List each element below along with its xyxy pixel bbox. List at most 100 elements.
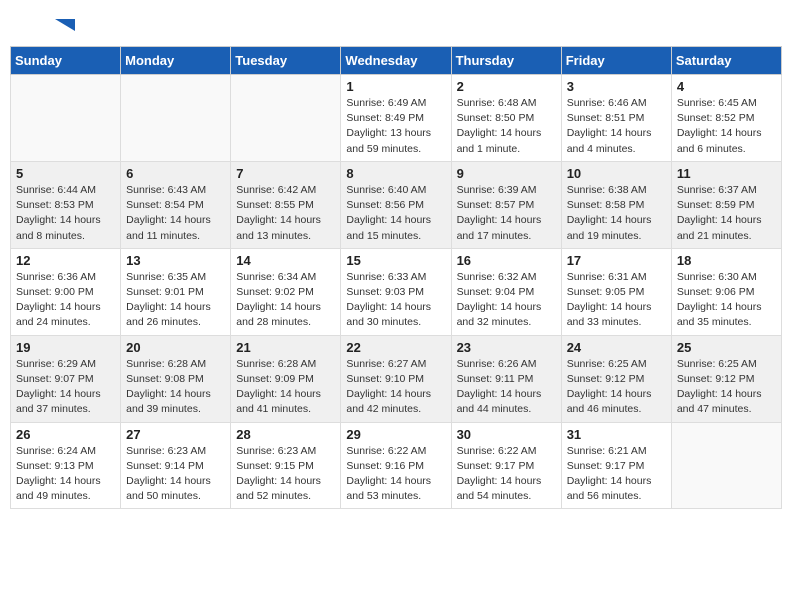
- calendar-cell: 14Sunrise: 6:34 AMSunset: 9:02 PMDayligh…: [231, 248, 341, 335]
- day-info: Sunrise: 6:35 AMSunset: 9:01 PMDaylight:…: [126, 270, 225, 331]
- day-info: Sunrise: 6:36 AMSunset: 9:00 PMDaylight:…: [16, 270, 115, 331]
- calendar-cell: 28 Sunrise: 6:23 AMSunset: 9:15 PMDayligh…: [231, 422, 341, 509]
- day-info: Sunrise: 6:37 AMSunset: 8:59 PMDaylight:…: [677, 183, 776, 244]
- day-info: Sunrise: 6:31 AMSunset: 9:05 PMDaylight:…: [567, 270, 666, 331]
- calendar-cell: 7Sunrise: 6:42 AMSunset: 8:55 PMDaylight…: [231, 161, 341, 248]
- logo-icon: [20, 19, 75, 31]
- calendar-cell: 17 Sunrise: 6:31 AMSunset: 9:05 PMDayligh…: [561, 248, 671, 335]
- day-number: 27: [126, 427, 225, 442]
- day-info: Sunrise: 6:27 AMSunset: 9:10 PMDaylight:…: [346, 357, 445, 418]
- calendar-header-row: SundayMondayTuesdayWednesdayThursdayFrid…: [11, 47, 782, 75]
- day-number: 26: [16, 427, 115, 442]
- calendar-day-header: Wednesday: [341, 47, 451, 75]
- calendar-day-header: Tuesday: [231, 47, 341, 75]
- calendar-week-row: 1 Sunrise: 6:49 AMSunset: 8:49 PMDaylight…: [11, 75, 782, 162]
- day-info: Sunrise: 6:26 AMSunset: 9:11 PMDaylight:…: [457, 357, 556, 418]
- day-number: 28: [236, 427, 335, 442]
- calendar-cell: [671, 422, 781, 509]
- day-info: Sunrise: 6:44 AMSunset: 8:53 PMDaylight:…: [16, 183, 115, 244]
- calendar-cell: 31 Sunrise: 6:21 AMSunset: 9:17 PMDayligh…: [561, 422, 671, 509]
- day-number: 25: [677, 340, 776, 355]
- calendar-cell: 9 Sunrise: 6:39 AMSunset: 8:57 PMDaylight…: [451, 161, 561, 248]
- day-info: Sunrise: 6:22 AMSunset: 9:17 PMDaylight:…: [457, 444, 556, 505]
- day-number: 31: [567, 427, 666, 442]
- calendar-day-header: Saturday: [671, 47, 781, 75]
- day-number: 5: [16, 166, 115, 181]
- day-number: 29: [346, 427, 445, 442]
- day-info: Sunrise: 6:33 AMSunset: 9:03 PMDaylight:…: [346, 270, 445, 331]
- day-info: Sunrise: 6:40 AMSunset: 8:56 PMDaylight:…: [346, 183, 445, 244]
- calendar-cell: 11 Sunrise: 6:37 AMSunset: 8:59 PMDayligh…: [671, 161, 781, 248]
- day-number: 24: [567, 340, 666, 355]
- day-info: Sunrise: 6:46 AMSunset: 8:51 PMDaylight:…: [567, 96, 666, 157]
- day-info: Sunrise: 6:21 AMSunset: 9:17 PMDaylight:…: [567, 444, 666, 505]
- day-number: 18: [677, 253, 776, 268]
- calendar-cell: 25Sunrise: 6:25 AMSunset: 9:12 PMDayligh…: [671, 335, 781, 422]
- day-number: 6: [126, 166, 225, 181]
- day-number: 2: [457, 79, 556, 94]
- day-info: Sunrise: 6:43 AMSunset: 8:54 PMDaylight:…: [126, 183, 225, 244]
- calendar-day-header: Friday: [561, 47, 671, 75]
- day-info: Sunrise: 6:30 AMSunset: 9:06 PMDaylight:…: [677, 270, 776, 331]
- calendar-cell: 15 Sunrise: 6:33 AMSunset: 9:03 PMDayligh…: [341, 248, 451, 335]
- day-number: 1: [346, 79, 445, 94]
- day-info: Sunrise: 6:23 AMSunset: 9:15 PMDaylight:…: [236, 444, 335, 505]
- day-number: 21: [236, 340, 335, 355]
- day-number: 16: [457, 253, 556, 268]
- calendar-cell: 22 Sunrise: 6:27 AMSunset: 9:10 PMDayligh…: [341, 335, 451, 422]
- calendar-cell: [11, 75, 121, 162]
- calendar-week-row: 26 Sunrise: 6:24 AMSunset: 9:13 PMDayligh…: [11, 422, 782, 509]
- day-info: Sunrise: 6:28 AMSunset: 9:09 PMDaylight:…: [236, 357, 335, 418]
- calendar-cell: 30 Sunrise: 6:22 AMSunset: 9:17 PMDayligh…: [451, 422, 561, 509]
- day-info: Sunrise: 6:22 AMSunset: 9:16 PMDaylight:…: [346, 444, 445, 505]
- calendar-cell: [121, 75, 231, 162]
- day-info: Sunrise: 6:48 AMSunset: 8:50 PMDaylight:…: [457, 96, 556, 157]
- calendar-cell: 16 Sunrise: 6:32 AMSunset: 9:04 PMDayligh…: [451, 248, 561, 335]
- calendar-cell: 6 Sunrise: 6:43 AMSunset: 8:54 PMDaylight…: [121, 161, 231, 248]
- calendar-cell: 4Sunrise: 6:45 AMSunset: 8:52 PMDaylight…: [671, 75, 781, 162]
- calendar-cell: 8Sunrise: 6:40 AMSunset: 8:56 PMDaylight…: [341, 161, 451, 248]
- day-info: Sunrise: 6:28 AMSunset: 9:08 PMDaylight:…: [126, 357, 225, 418]
- day-number: 4: [677, 79, 776, 94]
- day-number: 17: [567, 253, 666, 268]
- calendar-cell: 20 Sunrise: 6:28 AMSunset: 9:08 PMDayligh…: [121, 335, 231, 422]
- day-number: 30: [457, 427, 556, 442]
- calendar-week-row: 12Sunrise: 6:36 AMSunset: 9:00 PMDayligh…: [11, 248, 782, 335]
- calendar-cell: 19Sunrise: 6:29 AMSunset: 9:07 PMDayligh…: [11, 335, 121, 422]
- calendar-cell: [231, 75, 341, 162]
- calendar-cell: 1 Sunrise: 6:49 AMSunset: 8:49 PMDaylight…: [341, 75, 451, 162]
- day-info: Sunrise: 6:24 AMSunset: 9:13 PMDaylight:…: [16, 444, 115, 505]
- calendar-cell: 18 Sunrise: 6:30 AMSunset: 9:06 PMDayligh…: [671, 248, 781, 335]
- day-number: 14: [236, 253, 335, 268]
- calendar-day-header: Monday: [121, 47, 231, 75]
- day-number: 11: [677, 166, 776, 181]
- day-number: 19: [16, 340, 115, 355]
- logo: [20, 18, 75, 36]
- page-header: [10, 10, 782, 40]
- calendar-cell: 27 Sunrise: 6:23 AMSunset: 9:14 PMDayligh…: [121, 422, 231, 509]
- day-info: Sunrise: 6:39 AMSunset: 8:57 PMDaylight:…: [457, 183, 556, 244]
- day-info: Sunrise: 6:32 AMSunset: 9:04 PMDaylight:…: [457, 270, 556, 331]
- calendar-cell: 29 Sunrise: 6:22 AMSunset: 9:16 PMDayligh…: [341, 422, 451, 509]
- day-number: 9: [457, 166, 556, 181]
- calendar-cell: 24 Sunrise: 6:25 AMSunset: 9:12 PMDayligh…: [561, 335, 671, 422]
- day-number: 3: [567, 79, 666, 94]
- day-info: Sunrise: 6:23 AMSunset: 9:14 PMDaylight:…: [126, 444, 225, 505]
- calendar-cell: 2 Sunrise: 6:48 AMSunset: 8:50 PMDaylight…: [451, 75, 561, 162]
- calendar-cell: 23 Sunrise: 6:26 AMSunset: 9:11 PMDayligh…: [451, 335, 561, 422]
- day-number: 15: [346, 253, 445, 268]
- day-number: 22: [346, 340, 445, 355]
- calendar-cell: 21 Sunrise: 6:28 AMSunset: 9:09 PMDayligh…: [231, 335, 341, 422]
- day-info: Sunrise: 6:38 AMSunset: 8:58 PMDaylight:…: [567, 183, 666, 244]
- day-info: Sunrise: 6:25 AMSunset: 9:12 PMDaylight:…: [567, 357, 666, 418]
- day-info: Sunrise: 6:42 AMSunset: 8:55 PMDaylight:…: [236, 183, 335, 244]
- calendar-day-header: Sunday: [11, 47, 121, 75]
- calendar-cell: 13 Sunrise: 6:35 AMSunset: 9:01 PMDayligh…: [121, 248, 231, 335]
- calendar-cell: 12Sunrise: 6:36 AMSunset: 9:00 PMDayligh…: [11, 248, 121, 335]
- calendar-cell: 3 Sunrise: 6:46 AMSunset: 8:51 PMDaylight…: [561, 75, 671, 162]
- day-number: 13: [126, 253, 225, 268]
- day-number: 10: [567, 166, 666, 181]
- day-number: 20: [126, 340, 225, 355]
- day-info: Sunrise: 6:49 AMSunset: 8:49 PMDaylight:…: [346, 96, 445, 157]
- day-number: 23: [457, 340, 556, 355]
